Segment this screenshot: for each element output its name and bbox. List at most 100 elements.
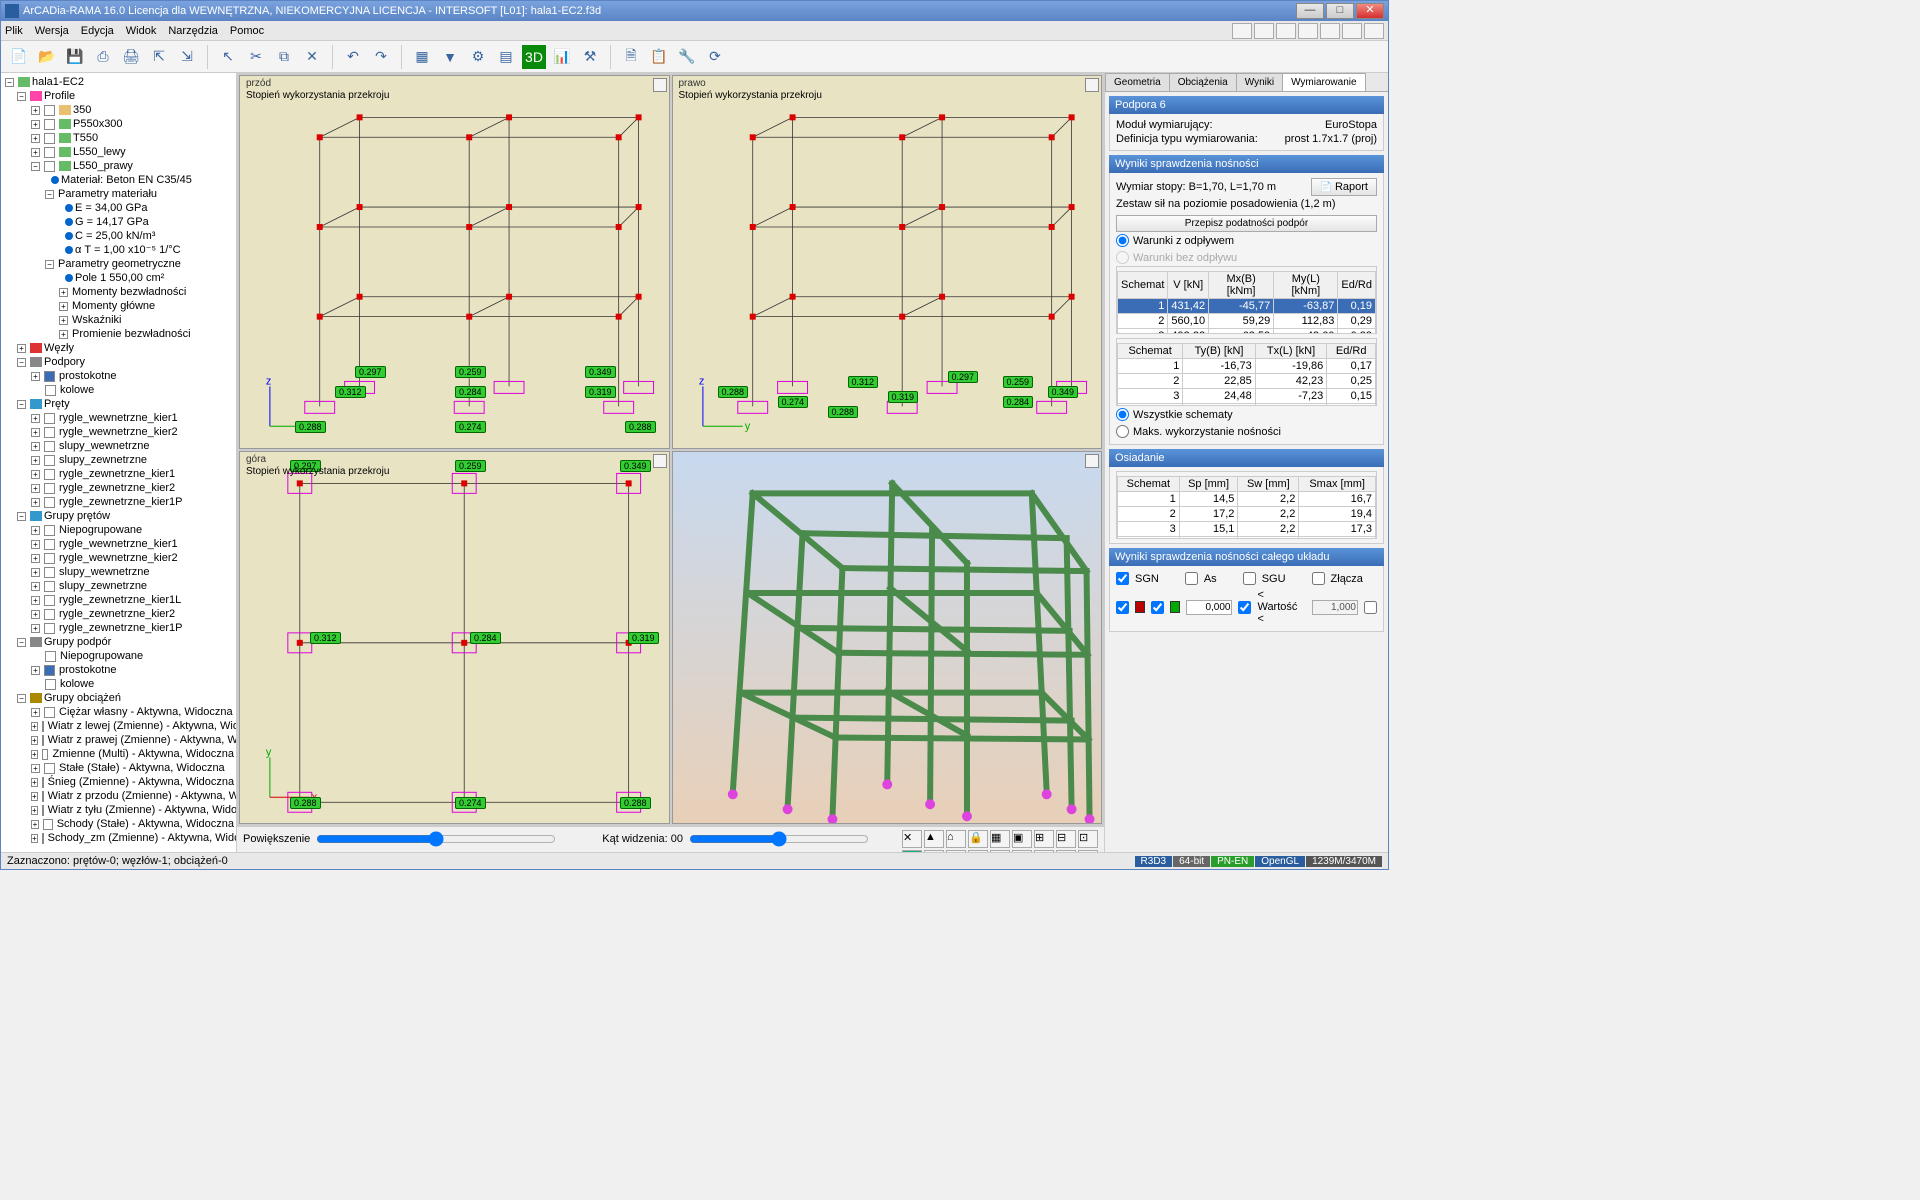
ctrl-btn[interactable]: ✕ [902, 830, 922, 848]
tree-st[interactable]: Stałe (Stałe) - Aktywna, Widoczna [59, 761, 225, 775]
tree-gpod-kol[interactable]: kolowe [60, 677, 94, 691]
print-icon[interactable]: 🖨 [119, 45, 143, 69]
settings2-icon[interactable]: ⚒ [578, 45, 602, 69]
copy-icon[interactable]: ⧉ [272, 45, 296, 69]
ctrl-btn[interactable]: ⊡ [1078, 830, 1098, 848]
delete-icon[interactable]: ✕ [300, 45, 324, 69]
tree-np[interactable]: Niepogrupowane [59, 523, 142, 537]
raport-button[interactable]: 📄 Raport [1311, 178, 1377, 196]
tab-wymiarowanie[interactable]: Wymiarowanie [1282, 73, 1365, 91]
tree-profile[interactable]: Profile [44, 89, 75, 103]
undo-icon[interactable]: ↶ [341, 45, 365, 69]
tree-wp[interactable]: Wiatr z prawej (Zmienne) - Aktywna, Wido… [48, 733, 237, 747]
grid-icon[interactable]: ▦ [410, 45, 434, 69]
tree-gp-rz1p[interactable]: rygle_zewnetrzne_kier1P [59, 621, 183, 635]
menu-edycja[interactable]: Edycja [81, 25, 114, 37]
viewport-top[interactable]: góra Stopień wykorzystania przekroju [239, 451, 670, 825]
tree-gp-rw2[interactable]: rygle_wewnetrzne_kier2 [59, 551, 178, 565]
tree-wl[interactable]: Wiatr z lewej (Zmienne) - Aktywna, Widoc… [48, 719, 237, 733]
tree-podpory[interactable]: Podpory [44, 355, 85, 369]
tree-pane[interactable]: −hala1-EC2 −Profile +350 +P550x300 +T550… [1, 73, 237, 852]
val-min-input[interactable] [1186, 600, 1232, 615]
tree-gp[interactable]: Grupy prętów [44, 509, 110, 523]
tree-mb[interactable]: Momenty bezwładności [72, 285, 186, 299]
tree-sw[interactable]: slupy_wewnetrzne [59, 439, 150, 453]
tree-gp-rz1l[interactable]: rygle_zewnetrzne_kier1L [59, 593, 181, 607]
chk-as[interactable] [1185, 572, 1198, 585]
chart-icon[interactable]: 📊 [550, 45, 574, 69]
ctrl-btn[interactable]: ⊞ [1034, 830, 1054, 848]
table-osiad-wrap[interactable]: SchematSp [mm]Sw [mm]Smax [mm] 114,52,21… [1116, 471, 1377, 539]
open-icon[interactable]: 📂 [35, 45, 59, 69]
tree-zm[interactable]: Zmienne (Multi) - Aktywna, Widoczna [52, 747, 234, 761]
tab-wyniki[interactable]: Wyniki [1236, 73, 1283, 91]
tree-param-mat[interactable]: Parametry materiału [58, 187, 157, 201]
ctrl-btn[interactable]: ▣ [1012, 830, 1032, 848]
tree-rw2[interactable]: rygle_wewnetrzne_kier2 [59, 425, 178, 439]
tree-root[interactable]: hala1-EC2 [32, 75, 84, 89]
calc2-icon[interactable]: 🗎 [619, 45, 643, 69]
tab-obciazenia[interactable]: Obciążenia [1169, 73, 1237, 91]
tree-gp-sz[interactable]: slupy_zewnetrzne [59, 579, 147, 593]
tree-rz2[interactable]: rygle_zewnetrzne_kier2 [59, 481, 175, 495]
tree-rz1[interactable]: rygle_zewnetrzne_kier1 [59, 467, 175, 481]
tree-sch[interactable]: Schody (Stałe) - Aktywna, Widoczna [57, 817, 234, 831]
tree-prety[interactable]: Pręty [44, 397, 70, 411]
ctrl-btn[interactable]: ⊟ [1056, 830, 1076, 848]
wrench-icon[interactable]: 🔧 [675, 45, 699, 69]
redo-icon[interactable]: ↷ [369, 45, 393, 69]
radio-max-use[interactable] [1116, 425, 1129, 438]
ctrl-btn[interactable]: ⌂ [946, 830, 966, 848]
tree-wezly[interactable]: Węzły [44, 341, 74, 355]
tree-mat[interactable]: Materiał: Beton EN C35/45 [61, 173, 192, 187]
menu-ctrl-1[interactable] [1232, 23, 1252, 39]
export-icon[interactable]: ⇲ [175, 45, 199, 69]
menu-wersja[interactable]: Wersja [35, 25, 69, 37]
menu-plik[interactable]: Plik [5, 25, 23, 37]
tree-kol[interactable]: kolowe [60, 383, 94, 397]
tab-geometria[interactable]: Geometria [1105, 73, 1170, 91]
tree-cw[interactable]: Ciężar własny - Aktywna, Widoczna [59, 705, 233, 719]
minimize-button[interactable]: — [1296, 3, 1324, 19]
przepisz-button[interactable]: Przepisz podatności podpór [1116, 215, 1377, 232]
maximize-vp-icon[interactable] [1085, 78, 1099, 92]
menu-ctrl-7[interactable] [1364, 23, 1384, 39]
radio-odplyw[interactable] [1116, 234, 1129, 247]
tree-prom[interactable]: Promienie bezwładności [72, 327, 191, 341]
view3d-icon[interactable]: 3D [522, 45, 546, 69]
tree-sz[interactable]: slupy_zewnetrzne [59, 453, 147, 467]
chk-sgn[interactable] [1116, 572, 1129, 585]
tree-gpod-prost[interactable]: prostokotne [59, 663, 116, 677]
ctrl-btn[interactable]: 🔒 [968, 830, 988, 848]
refresh-icon[interactable]: ⟳ [703, 45, 727, 69]
report-icon[interactable]: 📋 [647, 45, 671, 69]
save-icon[interactable]: 💾 [63, 45, 87, 69]
tree-rw1[interactable]: rygle_wewnetrzne_kier1 [59, 411, 178, 425]
menu-widok[interactable]: Widok [126, 25, 157, 37]
tree-gob[interactable]: Grupy obciążeń [44, 691, 121, 705]
tree-prost[interactable]: prostokotne [59, 369, 116, 383]
tree-sn[interactable]: Śnieg (Zmienne) - Aktywna, Widoczna [48, 775, 234, 789]
ctrl-btn[interactable]: ▲ [924, 830, 944, 848]
table2-wrap[interactable]: SchematTy(B) [kN]Tx(L) [kN]Ed/Rd 1-16,73… [1116, 338, 1377, 406]
menu-ctrl-6[interactable] [1342, 23, 1362, 39]
zoom-slider[interactable] [316, 831, 556, 847]
tree-t550[interactable]: T550 [73, 131, 98, 145]
calc-icon[interactable]: ⚙ [466, 45, 490, 69]
chk-c1[interactable] [1116, 601, 1129, 614]
angle-slider[interactable] [689, 831, 869, 847]
tree-l550p[interactable]: L550_prawy [73, 159, 133, 173]
table1-wrap[interactable]: SchematV [kN]Mx(B) [kNm]My(L) [kNm]Ed/Rd… [1116, 266, 1377, 334]
chk-c4[interactable] [1364, 601, 1377, 614]
tree-l550l[interactable]: L550_lewy [73, 145, 126, 159]
chk-c3[interactable] [1238, 601, 1251, 614]
maximize-vp-icon[interactable] [1085, 454, 1099, 468]
tree-wt[interactable]: Wiatr z tyłu (Zmienne) - Aktywna, Widocz… [48, 803, 237, 817]
table-icon[interactable]: ▤ [494, 45, 518, 69]
close-button[interactable]: ✕ [1356, 3, 1384, 19]
ctrl-btn[interactable]: ▦ [990, 830, 1010, 848]
tree-schz[interactable]: Schody_zm (Zmienne) - Aktywna, Widoczna [48, 831, 237, 845]
viewport-right[interactable]: prawo Stopień wykorzystania przekroju [672, 75, 1103, 449]
tree-p550x300[interactable]: P550x300 [73, 117, 123, 131]
toggle-icon[interactable]: − [5, 78, 14, 87]
